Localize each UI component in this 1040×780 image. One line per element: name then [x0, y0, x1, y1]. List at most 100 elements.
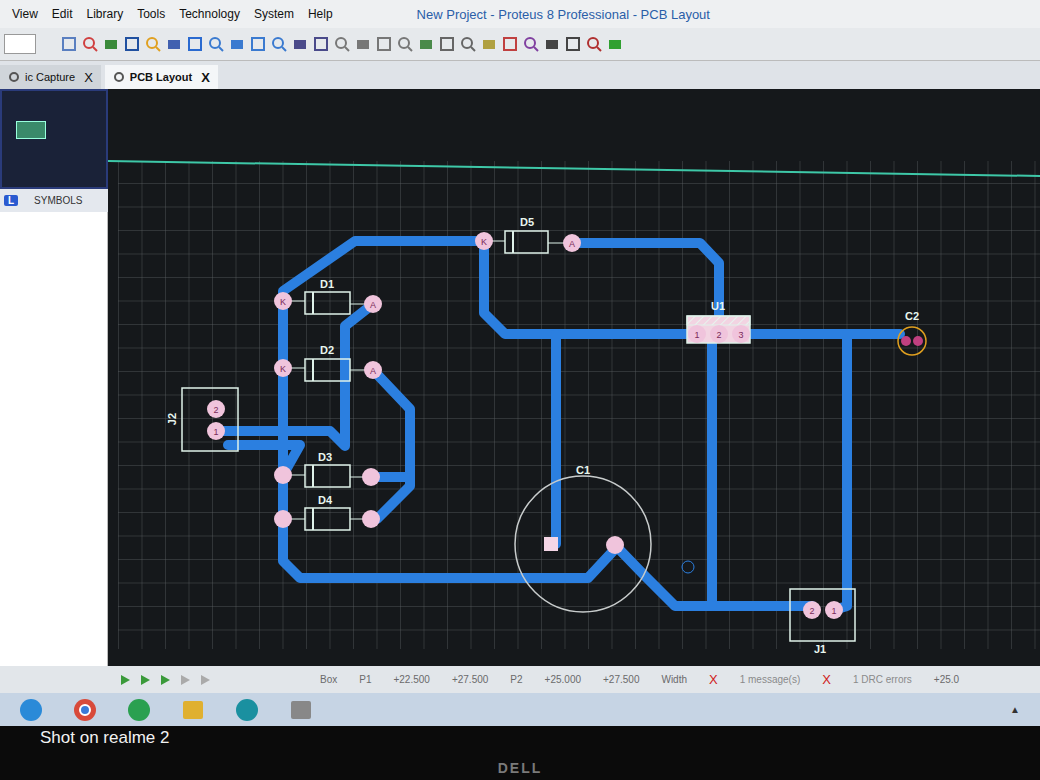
- toolbar-icon[interactable]: [145, 36, 161, 52]
- pad[interactable]: [364, 295, 382, 313]
- taskbar-app-icon[interactable]: [234, 697, 260, 723]
- taskbar-app-icon[interactable]: [288, 697, 314, 723]
- pad[interactable]: [274, 466, 292, 484]
- pad[interactable]: [274, 292, 292, 310]
- component[interactable]: 21J2: [166, 388, 238, 451]
- pad[interactable]: [274, 510, 292, 528]
- toolbar-icon[interactable]: [376, 36, 392, 52]
- pad[interactable]: [732, 325, 750, 343]
- board-preview[interactable]: [0, 89, 108, 189]
- menu-item[interactable]: Technology: [179, 7, 240, 21]
- component-label: U1: [711, 300, 725, 312]
- toolbar-icon[interactable]: [481, 36, 497, 52]
- pad[interactable]: [475, 232, 493, 250]
- pcb-drawing[interactable]: KAD5 KAD1 KAD2 D3 D4 21J2 123U1 C1 C2 21J1: [108, 89, 1040, 666]
- menu-item[interactable]: View: [12, 7, 38, 21]
- component-label: D5: [520, 216, 534, 228]
- trace[interactable]: [484, 241, 697, 334]
- toolbar-icon[interactable]: [313, 36, 329, 52]
- component[interactable]: C1: [515, 464, 651, 612]
- sidebar-badge[interactable]: L: [4, 195, 18, 206]
- component[interactable]: KAD2: [274, 344, 382, 381]
- toolbar-icon[interactable]: [208, 36, 224, 52]
- pad[interactable]: [825, 601, 843, 619]
- pad[interactable]: [362, 510, 380, 528]
- play-icon[interactable]: [118, 673, 132, 687]
- toolbar-icon[interactable]: [607, 36, 623, 52]
- component[interactable]: D3: [274, 451, 380, 487]
- pad[interactable]: [274, 359, 292, 377]
- toolbar-icon[interactable]: [565, 36, 581, 52]
- pad[interactable]: [364, 361, 382, 379]
- pad[interactable]: [913, 336, 923, 346]
- taskbar-app-icon[interactable]: [72, 697, 98, 723]
- pad[interactable]: [688, 325, 706, 343]
- toolbar-icon[interactable]: [460, 36, 476, 52]
- toolbar-icon[interactable]: [523, 36, 539, 52]
- toolbar-icon[interactable]: [250, 36, 266, 52]
- pad[interactable]: [207, 422, 225, 440]
- tray-button[interactable]: ▲: [1010, 704, 1020, 715]
- toolbar-icon[interactable]: [334, 36, 350, 52]
- menu-item[interactable]: Tools: [137, 7, 165, 21]
- pad[interactable]: [362, 468, 380, 486]
- play-icon[interactable]: [138, 673, 152, 687]
- trace[interactable]: [712, 334, 812, 606]
- toolbar-icon[interactable]: [61, 36, 77, 52]
- toolbar-icon[interactable]: [397, 36, 413, 52]
- trace[interactable]: [615, 545, 712, 606]
- toolbar-icon[interactable]: [355, 36, 371, 52]
- pad[interactable]: [710, 325, 728, 343]
- component[interactable]: 123U1: [687, 300, 750, 343]
- component[interactable]: D4: [274, 494, 380, 530]
- taskbar-app-icon[interactable]: [180, 697, 206, 723]
- toolbar-icon[interactable]: [544, 36, 560, 52]
- dropdown[interactable]: [4, 34, 36, 54]
- toolbar-icon[interactable]: [439, 36, 455, 52]
- tab-close-button[interactable]: X: [201, 70, 210, 85]
- toolbar-icon[interactable]: [586, 36, 602, 52]
- toolbar-icon[interactable]: [229, 36, 245, 52]
- play-icon[interactable]: [178, 673, 192, 687]
- status-field: +25.0: [934, 674, 959, 685]
- menu-item[interactable]: Edit: [52, 7, 73, 21]
- component[interactable]: KAD1: [274, 278, 382, 314]
- toolbar-icon[interactable]: [187, 36, 203, 52]
- trace[interactable]: [373, 370, 410, 519]
- trace[interactable]: [216, 304, 373, 446]
- component[interactable]: 21J1: [790, 589, 855, 655]
- component[interactable]: KAD5: [475, 216, 581, 253]
- pad[interactable]: [207, 400, 225, 418]
- status-field: P2: [510, 674, 522, 685]
- play-icon[interactable]: [158, 673, 172, 687]
- toolbar-icon[interactable]: [82, 36, 98, 52]
- pad[interactable]: [544, 537, 558, 551]
- toolbar-icon[interactable]: [418, 36, 434, 52]
- tab[interactable]: PCB Layout X: [105, 65, 218, 89]
- trace[interactable]: [741, 329, 900, 339]
- tab-close-button[interactable]: X: [84, 70, 93, 85]
- toolbar-icon[interactable]: [271, 36, 287, 52]
- menu-item[interactable]: Library: [86, 7, 123, 21]
- toolbar-icon[interactable]: [292, 36, 308, 52]
- toolbar-icon[interactable]: [103, 36, 119, 52]
- tab[interactable]: ic Capture X: [0, 65, 101, 89]
- taskbar-app-icon[interactable]: [18, 697, 44, 723]
- trace[interactable]: [834, 334, 847, 610]
- menu-item[interactable]: Help: [308, 7, 333, 21]
- pad[interactable]: [606, 536, 624, 554]
- taskbar-app-icon[interactable]: [126, 697, 152, 723]
- pad[interactable]: [563, 234, 581, 252]
- symbol-list[interactable]: [0, 212, 108, 666]
- trace[interactable]: [551, 334, 561, 544]
- pad[interactable]: [901, 336, 911, 346]
- component[interactable]: C2: [898, 310, 926, 355]
- trace[interactable]: [283, 241, 615, 578]
- toolbar-icon[interactable]: [166, 36, 182, 52]
- play-icon[interactable]: [198, 673, 212, 687]
- toolbar-icon[interactable]: [124, 36, 140, 52]
- pcb-canvas[interactable]: KAD5 KAD1 KAD2 D3 D4 21J2 123U1 C1 C2 21J1: [108, 89, 1040, 666]
- menu-item[interactable]: System: [254, 7, 294, 21]
- toolbar-icon[interactable]: [502, 36, 518, 52]
- pad[interactable]: [803, 601, 821, 619]
